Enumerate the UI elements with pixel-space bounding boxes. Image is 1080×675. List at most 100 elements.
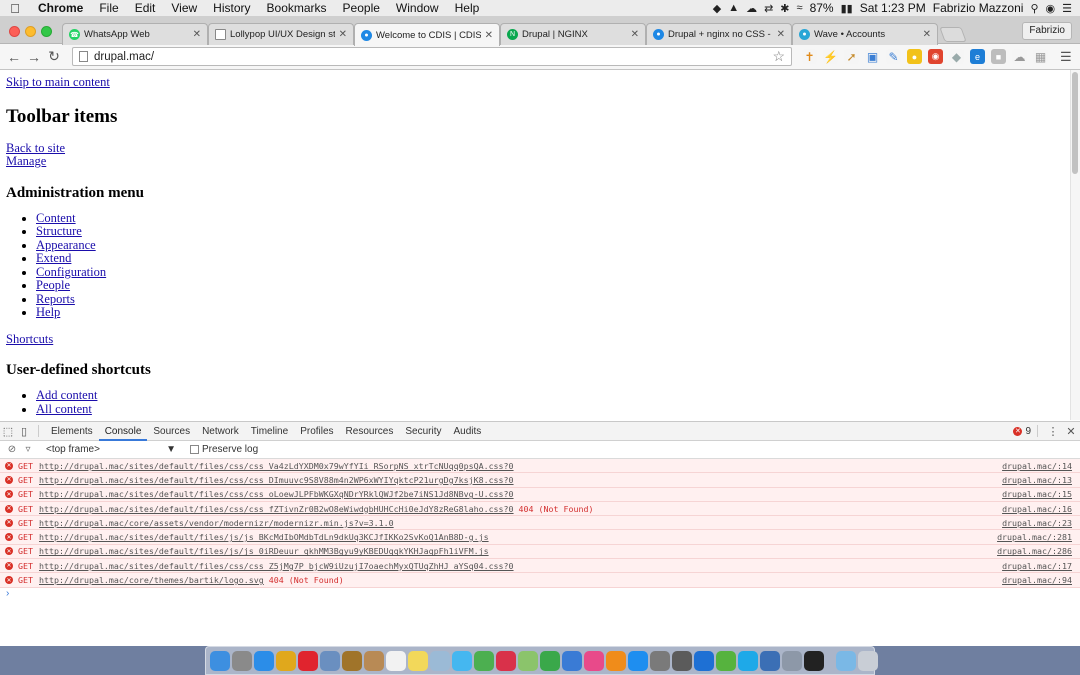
yellow-extension-icon[interactable]: ● — [907, 49, 922, 64]
utorrent-icon[interactable] — [716, 650, 736, 671]
siri-icon[interactable]: ◉ — [1046, 2, 1056, 15]
menu-view[interactable]: View — [163, 1, 205, 15]
clock[interactable]: Sat 1:23 PM — [860, 1, 926, 15]
tab-close-icon[interactable]: ✕ — [777, 29, 785, 40]
numbers-icon[interactable] — [540, 650, 560, 671]
teamviewer-icon[interactable] — [694, 650, 714, 671]
battery-icon[interactable]: ▮▮ — [841, 2, 853, 15]
opera-icon[interactable] — [298, 650, 318, 671]
menu-people[interactable]: People — [335, 1, 388, 15]
facetime-icon[interactable] — [474, 650, 494, 671]
finder-icon[interactable] — [210, 650, 230, 671]
window-zoom-button[interactable] — [41, 26, 52, 37]
source-location-link[interactable]: drupal.mac/:281 — [997, 532, 1072, 542]
preserve-log-checkbox[interactable]: Preserve log — [190, 444, 258, 455]
current-user[interactable]: Fabrizio Mazzoni — [933, 1, 1024, 15]
spotlight-search-icon[interactable]: ⚲ — [1030, 2, 1038, 15]
chrome-extension-icon[interactable]: ◉ — [928, 49, 943, 64]
layers-extension-icon[interactable]: ▦ — [1033, 49, 1048, 64]
filter-icon[interactable]: ▿ — [20, 444, 36, 455]
menu-edit[interactable]: Edit — [127, 1, 164, 15]
tab-drupal-nginx[interactable]: N Drupal | NGINX ✕ — [500, 23, 646, 45]
ibooks-icon[interactable] — [606, 650, 626, 671]
system-preferences-icon[interactable] — [650, 650, 670, 671]
maps-icon[interactable] — [518, 650, 538, 671]
lightning-extension-icon[interactable]: ⚡ — [823, 49, 838, 64]
admin-link-structure[interactable]: Structure — [36, 224, 82, 238]
shortcut-add-content[interactable]: Add content — [36, 388, 97, 402]
skip-to-main-link[interactable]: Skip to main content — [6, 75, 1074, 90]
itunes-icon[interactable] — [584, 650, 604, 671]
menu-bookmarks[interactable]: Bookmarks — [259, 1, 335, 15]
shortcuts-link[interactable]: Shortcuts — [6, 332, 1074, 347]
back-to-site-link[interactable]: Back to site — [6, 141, 1074, 156]
page-scrollbar-thumb[interactable] — [1072, 72, 1078, 174]
devtools-tab-elements[interactable]: Elements — [45, 422, 99, 441]
cursor-extension-icon[interactable]: ➚ — [844, 49, 859, 64]
source-location-link[interactable]: drupal.mac/:94 — [1002, 575, 1072, 585]
tab-close-icon[interactable]: ✕ — [923, 29, 931, 40]
source-location-link[interactable]: drupal.mac/:16 — [1002, 504, 1072, 514]
back-arrow-icon[interactable]: ← — [4, 49, 24, 65]
activity-monitor-icon[interactable] — [672, 650, 692, 671]
bookmark-star-icon[interactable]: ☆ — [772, 48, 785, 65]
launchpad-icon[interactable] — [232, 650, 252, 671]
menu-file[interactable]: File — [91, 1, 126, 15]
reload-icon[interactable]: ↻ — [44, 48, 64, 65]
terminal-icon[interactable] — [804, 650, 824, 671]
request-url-link[interactable]: http://drupal.mac/core/themes/bartik/log… — [39, 575, 264, 585]
admin-link-extend[interactable]: Extend — [36, 251, 71, 265]
page-info-icon[interactable] — [79, 51, 88, 62]
window-minimize-button[interactable] — [25, 26, 36, 37]
trash-icon[interactable] — [858, 650, 878, 671]
tab-lollypop[interactable]: Lollypop UI/UX Design stud ✕ — [208, 23, 354, 45]
manage-link[interactable]: Manage — [6, 154, 1074, 169]
menu-help[interactable]: Help — [447, 1, 488, 15]
admin-link-appearance[interactable]: Appearance — [36, 238, 96, 252]
console-prompt[interactable]: › — [0, 588, 1080, 602]
calendar-icon[interactable] — [386, 650, 406, 671]
address-bar-url[interactable]: drupal.mac/ — [94, 51, 772, 63]
devtools-tab-profiles[interactable]: Profiles — [294, 422, 339, 441]
drive-icon[interactable]: ▲ — [728, 2, 739, 14]
apple-menu-icon[interactable]:  — [0, 1, 30, 16]
devtools-tab-resources[interactable]: Resources — [340, 422, 400, 441]
shortcut-all-content[interactable]: All content — [36, 402, 92, 416]
admin-link-content[interactable]: Content — [36, 211, 76, 225]
menu-history[interactable]: History — [205, 1, 258, 15]
forward-arrow-icon[interactable]: → — [24, 49, 44, 65]
request-url-link[interactable]: http://drupal.mac/sites/default/files/cs… — [39, 489, 514, 499]
cloud-extension-icon[interactable]: ☁ — [1012, 49, 1027, 64]
admin-link-reports[interactable]: Reports — [36, 292, 75, 306]
request-url-link[interactable]: http://drupal.mac/sites/default/files/js… — [39, 546, 489, 556]
source-location-link[interactable]: drupal.mac/:14 — [1002, 461, 1072, 471]
tab-wave-accounts[interactable]: ● Wave • Accounts ✕ — [792, 23, 938, 45]
dropbox-extension-icon[interactable]: ◆ — [949, 49, 964, 64]
teamviewer-status-icon[interactable]: ⇄ — [764, 2, 773, 15]
tab-close-icon[interactable]: ✕ — [631, 29, 639, 40]
admin-link-help[interactable]: Help — [36, 305, 60, 319]
checkbox-box[interactable] — [190, 445, 199, 454]
bluetooth-icon[interactable]: ✱ — [780, 2, 789, 15]
network-icon[interactable] — [760, 650, 780, 671]
messages-icon[interactable] — [452, 650, 472, 671]
chrome-icon[interactable] — [276, 650, 296, 671]
source-location-link[interactable]: drupal.mac/:15 — [1002, 489, 1072, 499]
app-store-icon[interactable] — [628, 650, 648, 671]
tag-extension-icon[interactable]: ✝ — [802, 49, 817, 64]
devtools-close-icon[interactable]: ✕ — [1062, 425, 1080, 438]
frame-select[interactable]: <top frame> ▼ — [36, 444, 176, 455]
devtools-menu-icon[interactable]: ⋮ — [1044, 425, 1062, 438]
address-bar[interactable]: drupal.mac/ ☆ — [72, 47, 792, 66]
eyedropper-icon[interactable]: ✎ — [886, 49, 901, 64]
screen-capture-icon[interactable]: ▣ — [865, 49, 880, 64]
tab-welcome-cdis[interactable]: ● Welcome to CDIS | CDIS ✕ — [354, 23, 500, 46]
tab-close-icon[interactable]: ✕ — [485, 30, 493, 41]
menu-app-name[interactable]: Chrome — [30, 1, 91, 15]
dropbox-icon[interactable]: ◆ — [713, 2, 721, 15]
notification-center-icon[interactable]: ☰ — [1062, 2, 1072, 15]
devtools-tab-sources[interactable]: Sources — [147, 422, 196, 441]
photo-booth-icon[interactable] — [496, 650, 516, 671]
stickies-icon[interactable] — [408, 650, 428, 671]
admin-link-people[interactable]: People — [36, 278, 70, 292]
